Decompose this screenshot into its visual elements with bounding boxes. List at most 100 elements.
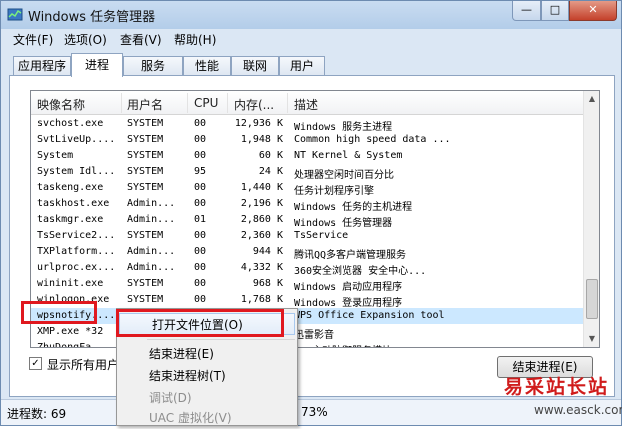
process-row[interactable]: System SYSTEM 00 60 K NT Kernel & System bbox=[31, 148, 583, 164]
row-image-name: urlproc.ex... bbox=[37, 262, 116, 273]
row-image-name: SvtLiveUp.... bbox=[37, 134, 116, 145]
show-all-users-checkbox[interactable]: ✓ bbox=[29, 357, 42, 370]
maximize-button[interactable]: □ bbox=[541, 1, 569, 21]
row-user-name: Admin... bbox=[127, 198, 176, 209]
process-row[interactable]: ZhuDongFa... 360主动防御服务模块 bbox=[31, 340, 583, 348]
ctx-end-process[interactable]: 结束进程(E) bbox=[117, 343, 297, 365]
row-user-name: SYSTEM bbox=[127, 118, 164, 129]
row-memory: 4,332 K bbox=[240, 262, 283, 273]
process-row[interactable]: XMP.exe *32 迅雷影音 bbox=[31, 324, 583, 341]
scroll-down-icon[interactable]: ▼ bbox=[584, 331, 599, 347]
process-row[interactable]: wininit.exe SYSTEM 00 968 K Windows 启动应用程序 bbox=[31, 276, 583, 293]
row-cpu: 00 bbox=[194, 294, 207, 305]
row-description: Common high speed data ... bbox=[294, 134, 451, 145]
vertical-scrollbar[interactable]: ▲ ▼ bbox=[583, 91, 599, 347]
process-row[interactable]: System Idl... SYSTEM 95 24 K 处理器空闲时间百分比 bbox=[31, 164, 583, 181]
show-all-users-label: 显示所有用户 bbox=[47, 358, 120, 372]
memory-usage: 73% bbox=[301, 405, 328, 419]
row-user-name: Admin... bbox=[127, 214, 176, 225]
row-description: Windows 启动应用程序 bbox=[294, 282, 403, 293]
process-row[interactable]: TsService2... SYSTEM 00 2,360 K TsService bbox=[31, 228, 583, 244]
scroll-thumb[interactable] bbox=[586, 279, 598, 319]
processes-panel: 映像名称 用户名 CPU 内存(... 描述 svchost.exe SYSTEM… bbox=[9, 75, 615, 397]
scroll-up-icon[interactable]: ▲ bbox=[584, 91, 599, 107]
menu-file[interactable]: 文件(F) bbox=[13, 31, 53, 48]
col-user-name[interactable]: 用户名 bbox=[127, 96, 163, 113]
row-memory: 60 K bbox=[258, 150, 283, 161]
process-row[interactable]: taskhost.exe Admin... 00 2,196 K Windows 任务的… bbox=[31, 196, 583, 213]
col-cpu[interactable]: CPU bbox=[194, 96, 218, 110]
row-cpu: 00 bbox=[194, 278, 207, 289]
row-description: TsService bbox=[294, 230, 349, 241]
row-memory: 1,768 K bbox=[240, 294, 283, 305]
process-row[interactable]: SvtLiveUp.... SYSTEM 00 1,948 K Common high … bbox=[31, 132, 583, 148]
title-bar[interactable]: Windows 任务管理器 — □ ✕ bbox=[1, 1, 621, 29]
process-row[interactable]: taskeng.exe SYSTEM 00 1,440 K 任务计划程序引擎 bbox=[31, 180, 583, 197]
menu-options[interactable]: 选项(O) bbox=[64, 31, 107, 48]
row-user-name: Admin... bbox=[127, 262, 176, 273]
row-image-name: svchost.exe bbox=[37, 118, 104, 129]
row-cpu: 00 bbox=[194, 150, 207, 161]
process-row[interactable]: taskmgr.exe Admin... 01 2,860 K Windows 任务管理… bbox=[31, 212, 583, 229]
watermark-url: www.easck.com bbox=[534, 403, 622, 417]
row-cpu: 01 bbox=[194, 214, 207, 225]
tab-performance[interactable]: 性能 bbox=[183, 56, 231, 76]
row-image-name: System Idl... bbox=[37, 166, 116, 177]
watermark: 易采站长站 www.easck.com bbox=[500, 370, 622, 426]
row-user-name: SYSTEM bbox=[127, 230, 164, 241]
process-row[interactable]: svchost.exe SYSTEM 00 12,936 K Windows 服务主进程 bbox=[31, 116, 583, 133]
ctx-debug: 调试(D) bbox=[149, 391, 192, 405]
row-description: 处理器空闲时间百分比 bbox=[294, 170, 394, 181]
row-user-name: SYSTEM bbox=[127, 150, 164, 161]
row-description: 360主动防御服务模块 bbox=[294, 342, 574, 347]
row-memory: 944 K bbox=[252, 246, 283, 257]
row-description: 360安全浏览器 安全中心... bbox=[294, 266, 427, 277]
row-cpu: 00 bbox=[194, 118, 207, 129]
col-description[interactable]: 描述 bbox=[294, 96, 318, 113]
tab-networking[interactable]: 联网 bbox=[231, 56, 279, 76]
row-image-name: taskhost.exe bbox=[37, 198, 110, 209]
context-separator bbox=[147, 339, 295, 340]
row-user-name: Admin... bbox=[127, 246, 176, 257]
row-image-name: System bbox=[37, 150, 74, 161]
row-image-name: ZhuDongFa... bbox=[37, 342, 110, 348]
col-memory[interactable]: 内存(... bbox=[234, 96, 274, 113]
window-title: Windows 任务管理器 bbox=[28, 10, 156, 25]
row-image-name: TsService2... bbox=[37, 230, 116, 241]
row-cpu: 00 bbox=[194, 182, 207, 193]
row-image-name: taskmgr.exe bbox=[37, 214, 104, 225]
row-user-name: SYSTEM bbox=[127, 278, 164, 289]
col-image-name[interactable]: 映像名称 bbox=[37, 96, 85, 113]
process-row[interactable]: urlproc.ex... Admin... 00 4,332 K 360安全浏览器 安… bbox=[31, 260, 583, 277]
row-user-name: SYSTEM bbox=[127, 134, 164, 145]
row-memory: 24 K bbox=[258, 166, 283, 177]
task-manager-icon bbox=[7, 8, 23, 21]
process-row[interactable]: TXPlatform... Admin... 00 944 K 腾讯QQ多客户端管理服务 bbox=[31, 244, 583, 261]
tab-users[interactable]: 用户 bbox=[279, 56, 325, 76]
tab-processes[interactable]: 进程 bbox=[71, 53, 123, 77]
row-memory: 1,948 K bbox=[240, 134, 283, 145]
row-cpu: 00 bbox=[194, 230, 207, 241]
row-description: NT Kernel & System bbox=[294, 150, 403, 161]
tab-applications[interactable]: 应用程序 bbox=[13, 56, 71, 76]
menu-help[interactable]: 帮助(H) bbox=[174, 31, 216, 48]
row-memory: 1,440 K bbox=[240, 182, 283, 193]
list-header: 映像名称 用户名 CPU 内存(... 描述 bbox=[31, 91, 583, 115]
row-description: Windows 任务的主机进程 bbox=[294, 202, 413, 213]
tab-services[interactable]: 服务 bbox=[123, 56, 183, 76]
row-cpu: 95 bbox=[194, 166, 207, 177]
row-user-name: SYSTEM bbox=[127, 166, 164, 177]
row-description: Windows 任务管理器 bbox=[294, 218, 393, 229]
close-button[interactable]: ✕ bbox=[569, 1, 617, 21]
ctx-end-process-tree[interactable]: 结束进程树(T) bbox=[117, 365, 297, 387]
row-image-name: taskeng.exe bbox=[37, 182, 104, 193]
menu-view[interactable]: 查看(V) bbox=[120, 31, 162, 48]
row-memory: 2,196 K bbox=[240, 198, 283, 209]
process-row[interactable]: winlogon.exe SYSTEM 00 1,768 K Windows 登录应用程… bbox=[31, 292, 583, 309]
process-row[interactable]: wpsnotify.... WPS Office Expansion tool bbox=[31, 308, 583, 324]
row-description: 腾讯QQ多客户端管理服务 bbox=[294, 250, 407, 261]
minimize-button[interactable]: — bbox=[512, 1, 541, 21]
process-count: 进程数: 69 bbox=[7, 407, 67, 421]
row-cpu: 00 bbox=[194, 134, 207, 145]
row-user-name: SYSTEM bbox=[127, 294, 164, 305]
